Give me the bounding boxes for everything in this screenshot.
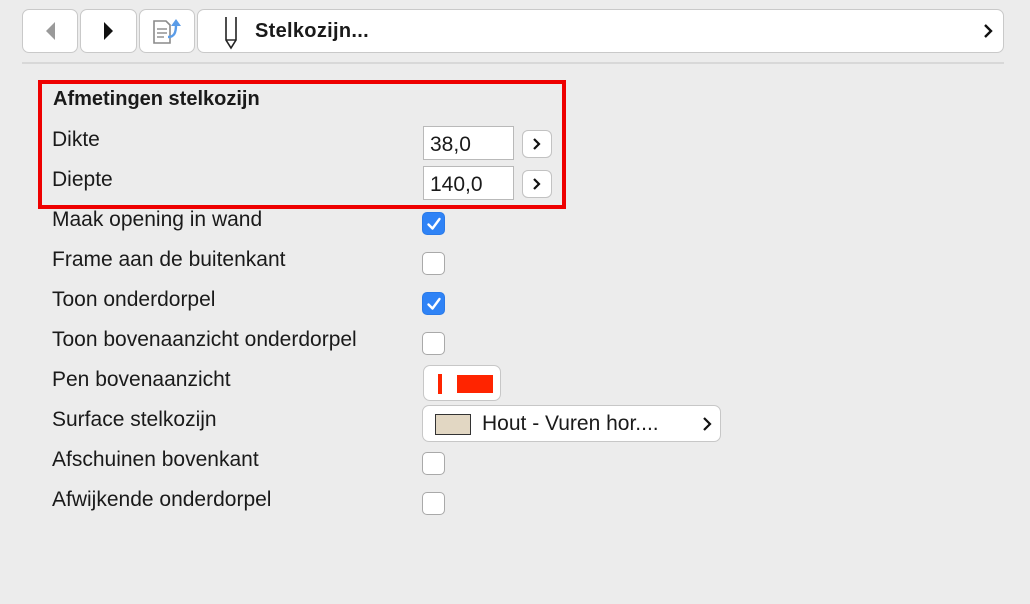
toon-bovenaanzicht-checkbox[interactable] — [422, 332, 445, 355]
pen-bar — [438, 374, 442, 394]
dikte-arrow-button[interactable] — [522, 130, 552, 158]
toon-onderdorpel-label: Toon onderdorpel — [52, 288, 216, 311]
chevron-right-icon — [984, 24, 993, 38]
path-title: Stelkozijn... — [255, 19, 369, 42]
surface-label: Surface stelkozijn — [52, 408, 217, 431]
checkmark-icon — [427, 217, 441, 230]
diepte-arrow-button[interactable] — [522, 170, 552, 198]
surface-select[interactable]: Hout - Vuren hor.... — [422, 405, 721, 442]
frame-buitenkant-label: Frame aan de buitenkant — [52, 248, 286, 271]
checkmark-icon — [427, 297, 441, 310]
chevron-right-icon — [103, 22, 113, 40]
chevron-left-icon — [46, 22, 55, 40]
maak-opening-label: Maak opening in wand — [52, 208, 263, 231]
toon-bovenaanzicht-label: Toon bovenaanzicht onderdorpel — [52, 328, 357, 351]
document-button[interactable] — [139, 9, 195, 53]
chevron-right-icon — [533, 178, 541, 190]
frame-buitenkant-checkbox[interactable] — [422, 252, 445, 275]
afschuinen-label: Afschuinen bovenkant — [52, 448, 259, 471]
section-title: Afmetingen stelkozijn — [53, 88, 260, 110]
pencil-icon — [225, 17, 237, 50]
diepte-label: Diepte — [52, 168, 113, 191]
dikte-label: Dikte — [52, 128, 100, 151]
chevron-right-icon — [703, 417, 712, 431]
document-arrow-icon — [153, 19, 181, 44]
back-button[interactable] — [22, 9, 78, 53]
dikte-field[interactable]: 38,0 — [423, 126, 514, 160]
chevron-right-icon — [533, 138, 541, 150]
toon-onderdorpel-checkbox[interactable] — [422, 292, 445, 315]
afwijkende-checkbox[interactable] — [422, 492, 445, 515]
path-selector[interactable]: Stelkozijn... — [197, 9, 1004, 53]
diepte-field[interactable]: 140,0 — [423, 166, 514, 200]
toolbar: Stelkozijn... — [0, 0, 1030, 64]
pen-color-swatch — [457, 375, 493, 393]
divider — [22, 62, 1004, 64]
maak-opening-checkbox[interactable] — [422, 212, 445, 235]
afwijkende-label: Afwijkende onderdorpel — [52, 488, 272, 511]
pen-bovenaanzicht-label: Pen bovenaanzicht — [52, 368, 231, 391]
afschuinen-checkbox[interactable] — [422, 452, 445, 475]
pen-color-button[interactable] — [423, 365, 501, 401]
forward-button[interactable] — [80, 9, 137, 53]
surface-value: Hout - Vuren hor.... — [482, 412, 659, 435]
surface-swatch — [435, 414, 471, 435]
